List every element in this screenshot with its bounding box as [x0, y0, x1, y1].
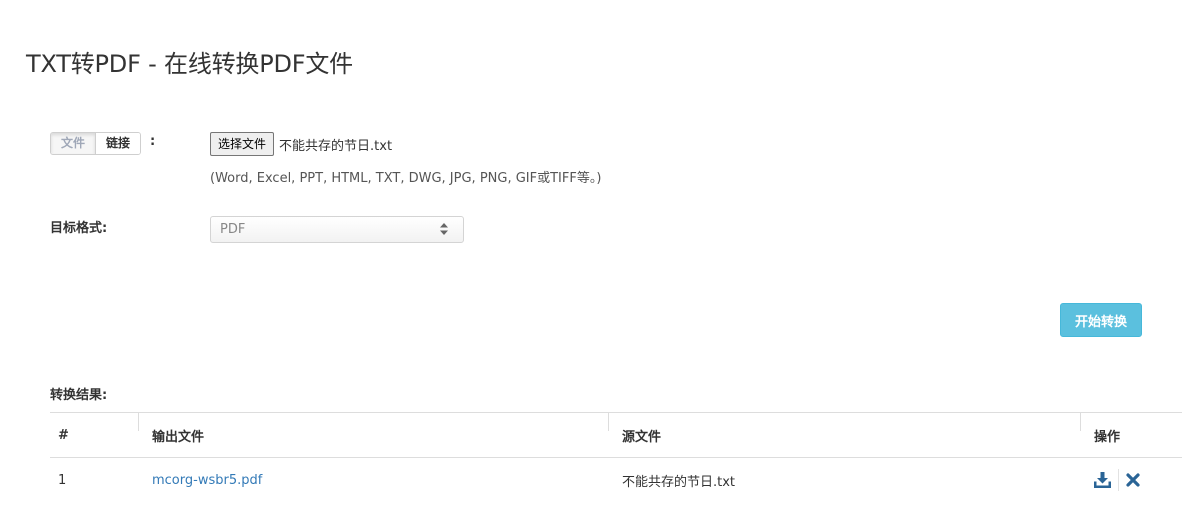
- target-format-label: 目标格式:: [50, 221, 108, 236]
- column-header-output: 输出文件: [138, 412, 608, 458]
- results-label: 转换结果:: [50, 388, 108, 403]
- row-output-cell: mcorg-wsbr5.pdf: [138, 458, 608, 503]
- start-convert-button[interactable]: 开始转换: [1060, 303, 1142, 337]
- supported-formats-hint: (Word, Excel, PPT, HTML, TXT, DWG, JPG, …: [210, 171, 602, 186]
- source-colon: :: [150, 134, 156, 149]
- choose-file-button[interactable]: 选择文件: [210, 132, 275, 156]
- table-header-row: # 输出文件 源文件 操作: [50, 412, 1182, 458]
- column-header-actions: 操作: [1080, 412, 1182, 458]
- file-picker: 选择文件 不能共存的节日.txt: [210, 132, 392, 156]
- results-table: # 输出文件 源文件 操作 1 mcorg-wsbr5.pdf 不能共存的节日.…: [50, 412, 1182, 502]
- target-format-select[interactable]: PDF: [210, 216, 464, 243]
- tab-link[interactable]: 链接: [95, 133, 141, 154]
- select-arrows-icon: [440, 223, 448, 235]
- tab-file[interactable]: 文件: [51, 133, 96, 154]
- close-icon[interactable]: [1126, 473, 1140, 487]
- download-icon[interactable]: [1094, 472, 1111, 488]
- row-source-file: 不能共存的节日.txt: [622, 474, 736, 490]
- column-header-source: 源文件: [608, 412, 1080, 458]
- chosen-file-name: 不能共存的节日.txt: [279, 138, 393, 154]
- table-row: 1 mcorg-wsbr5.pdf 不能共存的节日.txt: [50, 458, 1182, 503]
- row-index: 1: [58, 472, 67, 488]
- output-file-link[interactable]: mcorg-wsbr5.pdf: [152, 473, 262, 488]
- page-title: TXT转PDF - 在线转换PDF文件: [26, 50, 353, 78]
- column-header-index: #: [50, 412, 138, 458]
- row-actions: [1080, 458, 1182, 503]
- target-format-value: PDF: [220, 222, 246, 237]
- source-toggle: 文件 链接: [50, 132, 142, 155]
